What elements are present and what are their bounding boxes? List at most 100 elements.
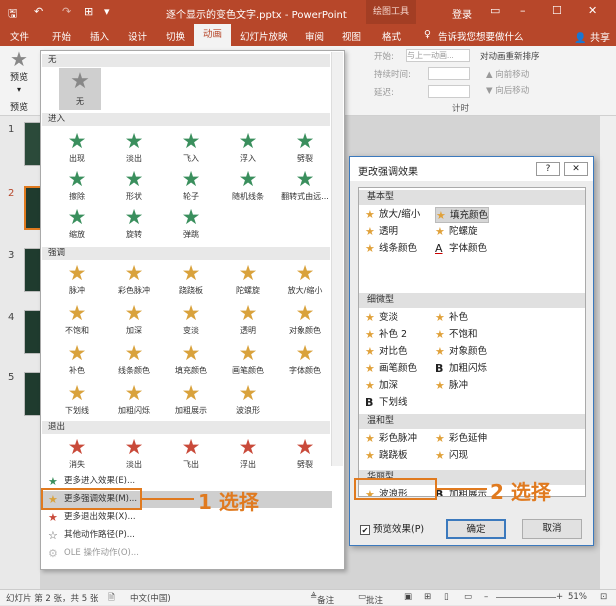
move-earlier-button[interactable]: ▲ 向前移动 bbox=[486, 68, 529, 80]
animation-effect[interactable]: ★ 加深 bbox=[106, 301, 162, 337]
effect-item[interactable]: ★ 透明 bbox=[365, 224, 398, 240]
animation-effect[interactable]: ★ 放大/缩小 bbox=[277, 261, 333, 297]
effect-item[interactable]: ★ 不饱和 bbox=[435, 327, 478, 343]
effect-item[interactable]: ★ 彩色脉冲 bbox=[365, 431, 417, 447]
preview-effect-checkbox[interactable]: ✔ 预览效果(P) bbox=[360, 521, 424, 535]
tab-slideshow[interactable]: 幻灯片放映 bbox=[240, 29, 288, 43]
slide-sorter-icon[interactable]: ⊞ bbox=[424, 592, 431, 602]
animation-effect[interactable]: ★ 填充颜色 bbox=[163, 341, 219, 377]
zoom-level[interactable]: 51% bbox=[568, 592, 587, 602]
tab-home[interactable]: 开始 bbox=[52, 29, 71, 43]
login-link[interactable]: 登录 bbox=[452, 6, 472, 21]
fit-slide-icon[interactable]: ⊡ bbox=[600, 592, 607, 602]
spellcheck-icon[interactable]: 🗎 bbox=[108, 592, 115, 606]
animation-effect[interactable]: ★ 陀螺旋 bbox=[220, 261, 276, 297]
effect-item[interactable]: ★ 放大/缩小 bbox=[365, 207, 420, 223]
slideshow-view-icon[interactable]: ▭ bbox=[464, 592, 472, 602]
customize-qat-icon[interactable]: ▾ bbox=[104, 5, 110, 18]
undo-icon[interactable]: ↶ bbox=[34, 5, 43, 18]
start-dropdown[interactable] bbox=[406, 49, 470, 62]
tab-transitions[interactable]: 切换 bbox=[166, 29, 185, 43]
animation-effect[interactable]: ★ 变淡 bbox=[163, 301, 219, 337]
effect-item[interactable]: ★ 线条颜色 bbox=[365, 241, 417, 257]
animation-effect[interactable]: ★ 彩色脉冲 bbox=[106, 261, 162, 297]
effect-item[interactable]: B 加粗闪烁 bbox=[435, 361, 487, 377]
tell-me-input[interactable]: 告诉我您想要做什么 bbox=[438, 29, 524, 43]
animation-effect[interactable]: ★ 飞入 bbox=[163, 129, 219, 165]
menu-more-exit[interactable]: ★ 更多退出效果(X)... bbox=[42, 509, 332, 526]
effect-item[interactable]: B 下划线 bbox=[365, 395, 408, 411]
normal-view-icon[interactable]: ▣ bbox=[404, 592, 412, 602]
animation-effect[interactable]: ★ 旋转 bbox=[106, 205, 162, 241]
animation-effect[interactable]: ★ 加粗闪烁 bbox=[106, 381, 162, 417]
tab-file[interactable]: 文件 bbox=[10, 29, 29, 43]
start-from-beginning-icon[interactable]: ⊞ bbox=[84, 5, 93, 18]
animation-effect[interactable]: ★ 浮出 bbox=[220, 435, 276, 471]
animation-effect[interactable]: ★ 擦除 bbox=[49, 167, 105, 203]
animation-none[interactable]: ★ 无 bbox=[59, 68, 101, 110]
tab-review[interactable]: 审阅 bbox=[305, 29, 324, 43]
animation-effect[interactable]: ★ 跷跷板 bbox=[163, 261, 219, 297]
help-button[interactable]: ? bbox=[536, 162, 560, 176]
effect-item[interactable]: ★ 填充颜色 bbox=[435, 207, 490, 223]
effect-item[interactable]: ★ 对象颜色 bbox=[435, 344, 487, 360]
effect-item[interactable]: ★ 跷跷板 bbox=[365, 448, 408, 464]
animation-effect[interactable]: ★ 劈裂 bbox=[277, 129, 333, 165]
save-icon[interactable]: 🖫 bbox=[8, 5, 17, 24]
animation-effect[interactable]: ★ 出现 bbox=[49, 129, 105, 165]
move-later-button[interactable]: ▼ 向后移动 bbox=[486, 84, 529, 96]
maximize-icon[interactable]: ☐ bbox=[552, 4, 562, 17]
gallery-scrollbar[interactable] bbox=[331, 52, 343, 466]
vertical-scrollbar[interactable] bbox=[600, 116, 616, 589]
ok-button[interactable]: 确定 bbox=[446, 519, 506, 539]
tab-format[interactable]: 格式 bbox=[382, 29, 401, 43]
effect-item[interactable]: ★ 加深 bbox=[365, 378, 398, 394]
tab-design[interactable]: 设计 bbox=[128, 29, 147, 43]
animation-effect[interactable]: ★ 脉冲 bbox=[49, 261, 105, 297]
close-icon[interactable]: ✕ bbox=[588, 4, 597, 17]
effect-item[interactable]: ★ 闪现 bbox=[435, 448, 468, 464]
effect-item[interactable]: ★ 彩色延伸 bbox=[435, 431, 487, 447]
animation-effect[interactable]: ★ 画笔颜色 bbox=[220, 341, 276, 377]
animation-effect[interactable]: ★ 波浪形 bbox=[220, 381, 276, 417]
animation-effect[interactable]: ★ 加粗展示 bbox=[163, 381, 219, 417]
menu-more-motion-paths[interactable]: ☆ 其他动作路径(P)... bbox=[42, 527, 332, 544]
effect-item[interactable]: ★ 补色 2 bbox=[365, 327, 407, 343]
animation-effect[interactable]: ★ 劈裂 bbox=[277, 435, 333, 471]
zoom-in-icon[interactable]: + bbox=[556, 592, 563, 602]
animation-effect[interactable]: ★ 缩放 bbox=[49, 205, 105, 241]
animation-effect[interactable]: ★ 轮子 bbox=[163, 167, 219, 203]
effect-item[interactable]: ★ 对比色 bbox=[365, 344, 408, 360]
animation-effect[interactable]: ★ 不饱和 bbox=[49, 301, 105, 337]
animation-effect[interactable]: ★ 形状 bbox=[106, 167, 162, 203]
language-status[interactable]: 中文(中国) bbox=[130, 592, 171, 604]
animation-effect[interactable]: ★ 翻转式由远... bbox=[277, 167, 333, 203]
redo-icon[interactable]: ↷ bbox=[62, 5, 71, 18]
effect-item[interactable]: ★ 变淡 bbox=[365, 310, 398, 326]
animation-effect[interactable]: ★ 淡出 bbox=[106, 129, 162, 165]
zoom-slider[interactable] bbox=[496, 597, 556, 598]
delay-input[interactable] bbox=[428, 85, 470, 98]
animation-effect[interactable]: ★ 字体颜色 bbox=[277, 341, 333, 377]
effect-item[interactable]: ★ 脉冲 bbox=[435, 378, 468, 394]
tab-insert[interactable]: 插入 bbox=[90, 29, 109, 43]
duration-input[interactable] bbox=[428, 67, 470, 80]
notes-button[interactable]: ≜ 备注 bbox=[310, 592, 334, 606]
tab-view[interactable]: 视图 bbox=[342, 29, 361, 43]
animation-effect[interactable]: ★ 下划线 bbox=[49, 381, 105, 417]
minimize-icon[interactable]: – bbox=[520, 4, 526, 17]
comments-button[interactable]: ▭ 批注 bbox=[358, 592, 383, 606]
effect-item[interactable]: A 字体颜色 bbox=[435, 241, 487, 257]
animation-effect[interactable]: ★ 对象颜色 bbox=[277, 301, 333, 337]
animation-effect[interactable]: ★ 补色 bbox=[49, 341, 105, 377]
animation-effect[interactable]: ★ 浮入 bbox=[220, 129, 276, 165]
animation-effect[interactable]: ★ 飞出 bbox=[163, 435, 219, 471]
animation-effect[interactable]: ★ 弹跳 bbox=[163, 205, 219, 241]
animation-effect[interactable]: ★ 淡出 bbox=[106, 435, 162, 471]
effect-item[interactable]: ★ 画笔颜色 bbox=[365, 361, 417, 377]
animation-effect[interactable]: ★ 线条颜色 bbox=[106, 341, 162, 377]
effect-list[interactable]: 基本型 细微型 温和型 华丽型 ★ 放大/缩小 ★ 填充颜色 ★ 透明 ★ 陀螺旋 ★ 线条颜色 A… bbox=[358, 187, 586, 497]
share-button[interactable]: 👤 共享 bbox=[574, 29, 610, 44]
effect-item[interactable]: ★ 陀螺旋 bbox=[435, 224, 478, 240]
animation-effect[interactable]: ★ 透明 bbox=[220, 301, 276, 337]
